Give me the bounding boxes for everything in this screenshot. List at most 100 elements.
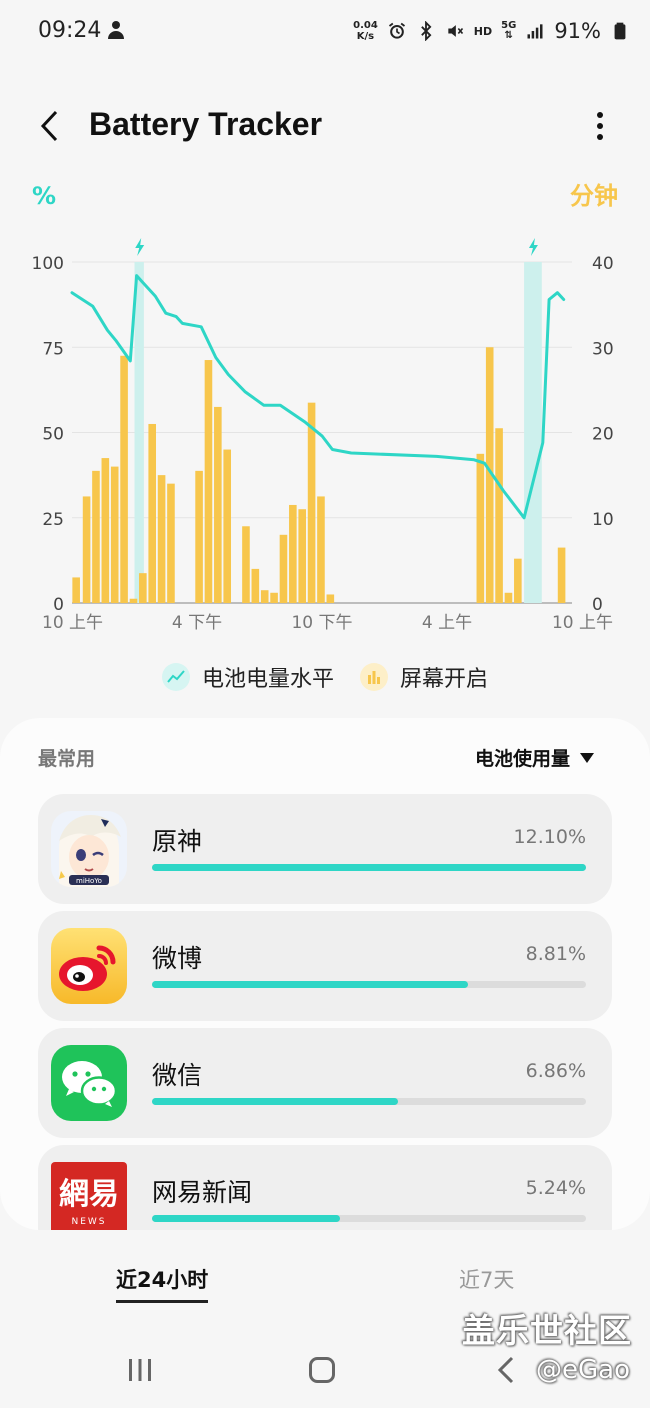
app-usage-item[interactable]: miHoYo 原神 12.10%	[38, 794, 612, 904]
home-button[interactable]	[302, 1352, 342, 1388]
screen-on-bar	[270, 592, 278, 603]
recent-apps-icon	[129, 1359, 151, 1381]
right-tick-label: 20	[592, 425, 614, 445]
left-axis-unit: %	[32, 182, 56, 210]
screen-on-bar	[148, 423, 157, 603]
time-range-tabs: 近24小时 近7天	[0, 1250, 650, 1310]
usage-bar-track	[152, 864, 586, 871]
left-tick-label: 25	[42, 510, 64, 530]
legend-battery-level[interactable]: 电池电量水平	[161, 661, 334, 693]
battery-icon	[614, 22, 626, 40]
hd-voice-indicator: HD	[473, 24, 493, 38]
screen-on-bar	[195, 470, 203, 603]
usage-panel: 最常用 电池使用量 miHoYo 原神 12.10% 微博 8.81% 微信 6…	[0, 718, 650, 1230]
tab-last-24h[interactable]: 近24小时	[116, 1264, 209, 1303]
screen-on-bar	[129, 598, 138, 603]
screen-on-bar	[307, 402, 316, 603]
right-tick-label: 40	[592, 254, 614, 274]
screen-on-bar	[167, 483, 175, 603]
left-tick-label: 50	[42, 425, 64, 445]
netease-news-app-icon: 網易 NEWS	[51, 1162, 127, 1230]
recent-apps-button[interactable]	[120, 1352, 160, 1388]
app-usage-item[interactable]: 網易 NEWS 网易新闻 5.24%	[38, 1145, 612, 1230]
back-button[interactable]	[30, 106, 70, 146]
notification-person-icon	[108, 21, 124, 39]
screen-on-bar	[260, 590, 269, 603]
screen-on-bar	[326, 594, 335, 603]
app-usage-percent: 6.86%	[525, 1060, 586, 1082]
status-time: 09:24	[38, 18, 102, 43]
data-arrows-icon: ⇅	[504, 30, 513, 41]
legend-screen-on[interactable]: 屏幕开启	[360, 661, 488, 693]
charging-bolt-icon	[528, 238, 538, 256]
chevron-left-icon	[40, 110, 58, 142]
screen-on-bar	[101, 458, 110, 603]
sort-dropdown[interactable]: 电池使用量	[475, 744, 594, 771]
charging-bolt-icon	[135, 238, 145, 256]
signal-icon	[527, 24, 543, 39]
mute-icon	[448, 25, 463, 37]
sort-label: 电池使用量	[474, 748, 570, 770]
mihoyo-badge: miHoYo	[76, 877, 102, 885]
tab-last-7d[interactable]: 近7天	[459, 1264, 514, 1294]
screen-on-bar	[72, 577, 80, 603]
app-usage-percent: 5.24%	[525, 1177, 586, 1199]
charging-band	[134, 262, 144, 603]
screen-on-bar	[514, 558, 522, 603]
screen-on-bar	[289, 504, 297, 603]
app-name: 网易新闻	[152, 1178, 253, 1207]
dropdown-triangle-icon	[580, 752, 594, 763]
home-icon	[309, 1357, 335, 1383]
app-usage-percent: 12.10%	[513, 826, 586, 848]
chart-legend: 电池电量水平 屏幕开启	[0, 655, 650, 699]
usage-bar-track	[152, 1098, 586, 1105]
screen-on-bar	[223, 449, 232, 603]
usage-header: 最常用 电池使用量	[38, 744, 612, 774]
screen-on-bar	[495, 428, 503, 603]
legend-battery-label: 电池电量水平	[201, 667, 334, 692]
screen-on-bar	[110, 466, 119, 603]
network-type: 5G ⇅	[501, 20, 517, 41]
bar-chart-icon	[360, 663, 388, 691]
watermark-forum: 盖乐世社区	[462, 1311, 632, 1350]
screen-on-bar	[504, 592, 513, 603]
left-tick-label: 0	[53, 595, 64, 615]
x-tick-label: 10 上午	[552, 613, 613, 633]
screen-on-bar	[251, 568, 260, 603]
screen-on-bar	[214, 406, 222, 603]
watermark-user: @eGao	[536, 1355, 630, 1385]
usage-bar-fill	[152, 864, 586, 871]
more-options-button[interactable]	[580, 106, 620, 146]
app-name: 原神	[152, 827, 203, 856]
netease-sub-text: NEWS	[71, 1217, 106, 1227]
usage-bar-track	[152, 981, 586, 988]
usage-bar-fill	[152, 1215, 340, 1222]
page-title: Battery Tracker	[89, 106, 323, 142]
battery-chart: % 分钟 100 40 75 30 50 20 25 10 0 0 10 上午 4 下午 10 下午 4 …	[0, 170, 650, 640]
left-tick-label: 75	[42, 339, 64, 359]
usage-bar-fill	[152, 1098, 399, 1105]
x-tick-label: 10 上午	[42, 613, 103, 633]
x-tick-label: 10 下午	[291, 613, 352, 633]
usage-bar-track	[152, 1215, 586, 1222]
screen-on-bar	[139, 573, 147, 603]
screen-on-bar	[82, 496, 91, 603]
weibo-app-icon	[51, 928, 127, 1004]
back-nav-button[interactable]	[486, 1352, 526, 1388]
screen-on-bar	[242, 526, 250, 603]
bluetooth-icon	[420, 21, 432, 41]
screen-on-bar	[317, 496, 325, 603]
status-bar: 09:24 0.04 K/s HD 5G ⇅ 91%	[0, 0, 650, 62]
legend-screen-label: 屏幕开启	[400, 667, 489, 692]
screen-on-bar	[120, 355, 128, 603]
battery-percent: 91%	[554, 19, 601, 43]
status-icons: 0.04 K/s HD 5G ⇅ 91%	[353, 16, 630, 46]
left-tick-label: 100	[32, 254, 64, 274]
trend-icon	[161, 663, 190, 691]
app-usage-item[interactable]: 微信 6.86%	[38, 1028, 612, 1138]
network-speed: 0.04 K/s	[353, 20, 378, 42]
app-header: Battery Tracker	[0, 90, 650, 162]
charging-band	[524, 262, 542, 603]
app-usage-item[interactable]: 微博 8.81%	[38, 911, 612, 1021]
screen-on-bar	[298, 509, 307, 603]
